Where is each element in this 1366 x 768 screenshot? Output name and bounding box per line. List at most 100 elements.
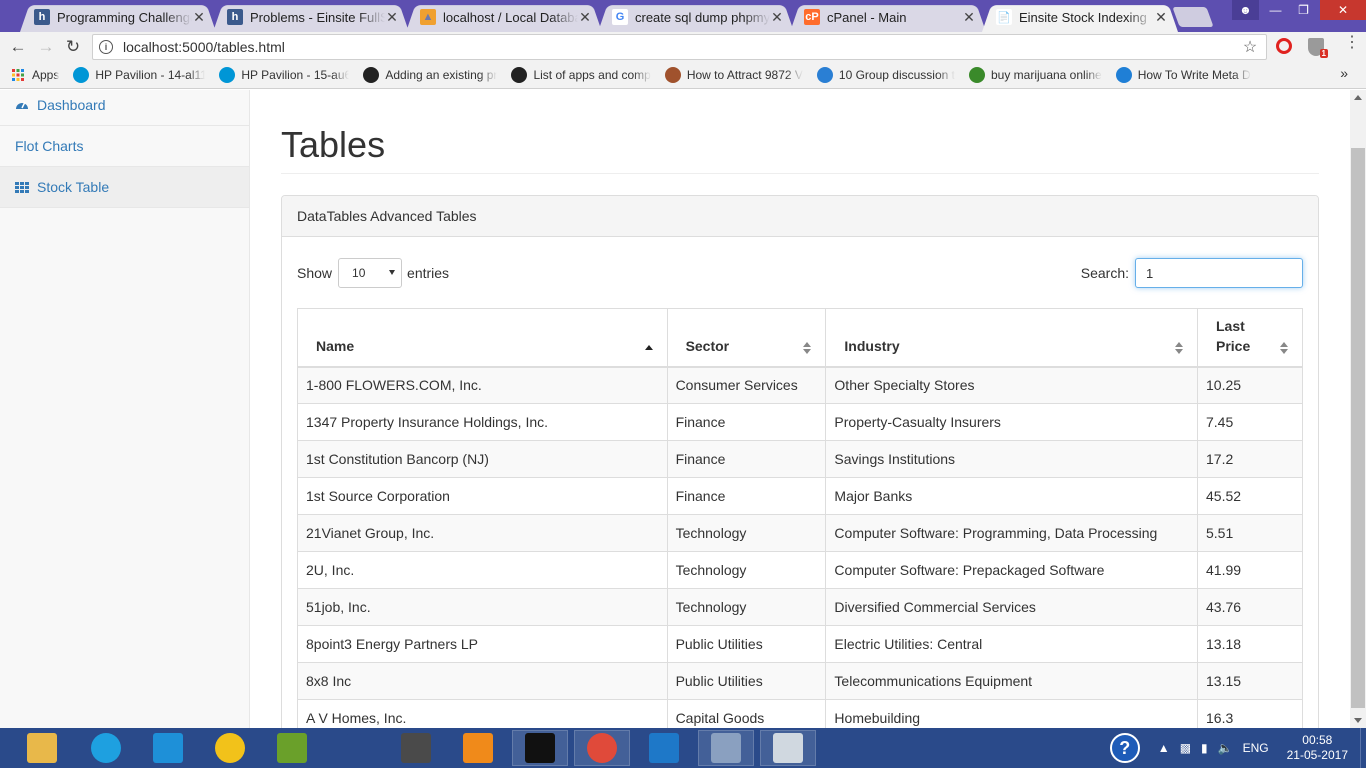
- window-close-icon[interactable]: ✕: [1320, 0, 1366, 20]
- taskbar-app-9[interactable]: [574, 730, 630, 766]
- bookmark-7[interactable]: buy marijuana online: [968, 67, 1102, 83]
- bookmark-2[interactable]: HP Pavilion - 15-au62: [219, 67, 349, 83]
- bookmark-3[interactable]: Adding an existing pr: [363, 67, 497, 83]
- column-header-name[interactable]: Name: [297, 308, 668, 368]
- bookmark-label: List of apps and comp: [533, 68, 651, 82]
- tab-2[interactable]: ▲ localhost / Local Database✕: [406, 2, 602, 32]
- column-header-industry[interactable]: Industry: [825, 308, 1198, 368]
- sidebar-item-dashboard[interactable]: Dashboard: [0, 90, 249, 126]
- taskbar-app-0[interactable]: [14, 730, 70, 766]
- cell-last-price: 7.45: [1197, 403, 1303, 441]
- page-title: Tables: [281, 124, 386, 165]
- cell-sector: Finance: [666, 477, 827, 515]
- sidebar-item-label: Flot Charts: [15, 138, 84, 154]
- tab-favicon-icon: ▲: [420, 9, 436, 25]
- bookmark-6[interactable]: 10 Group discussion t: [816, 67, 955, 83]
- url-text[interactable]: localhost:5000/tables.html: [123, 39, 1240, 55]
- taskbar-app-11[interactable]: [698, 730, 754, 766]
- help-icon[interactable]: ?: [1109, 733, 1140, 763]
- scrollbar-thumb[interactable]: [1351, 148, 1365, 708]
- minimize-icon[interactable]: —: [1262, 0, 1289, 20]
- taskbar-app-4[interactable]: [264, 730, 320, 766]
- taskbar-app-6[interactable]: [388, 730, 444, 766]
- network-device-icon[interactable]: ▩: [1180, 741, 1191, 755]
- tab-0[interactable]: h Programming Challenges ✕: [20, 2, 216, 32]
- bookmark-8[interactable]: How To Write Meta D: [1115, 67, 1251, 83]
- taskbar-app-8[interactable]: [512, 730, 568, 766]
- cell-sector: Technology: [666, 551, 827, 589]
- clock[interactable]: 00:58 21-05-2017: [1287, 733, 1348, 763]
- table-row: 8x8 Inc Public Utilities Telecommunication…: [297, 662, 1303, 700]
- search-input[interactable]: [1135, 258, 1303, 288]
- tab-title: Problems - Einsite FullStack: [250, 9, 385, 25]
- tab-close-icon[interactable]: ✕: [385, 9, 399, 26]
- cell-last-price: 45.52: [1197, 477, 1303, 515]
- media-disc-icon: [215, 733, 245, 763]
- tab-close-icon[interactable]: ✕: [192, 9, 206, 26]
- taskbar-app-7[interactable]: [450, 730, 506, 766]
- bookmark-label: HP Pavilion - 14-al11: [95, 68, 206, 82]
- column-header-last-price[interactable]: Last Price: [1197, 308, 1303, 368]
- taskbar-app-5[interactable]: [326, 730, 382, 766]
- bookmark-1[interactable]: HP Pavilion - 14-al11: [73, 67, 205, 83]
- file-explorer-icon: [27, 733, 57, 763]
- datatable-panel: DataTables Advanced Tables Show 10 entri…: [281, 195, 1319, 728]
- sidebar-item-flot-charts[interactable]: Flot Charts: [0, 126, 249, 167]
- cell-industry: Homebuilding: [825, 699, 1198, 728]
- scroll-down-icon[interactable]: [1354, 718, 1362, 723]
- taskbar-app-10[interactable]: [636, 730, 692, 766]
- cell-industry: Savings Institutions: [825, 440, 1198, 478]
- tab-1[interactable]: h Problems - Einsite FullStack✕: [213, 2, 409, 32]
- bookmark-4[interactable]: List of apps and comp: [511, 67, 651, 83]
- address-bar[interactable]: i localhost:5000/tables.html ☆: [92, 34, 1267, 60]
- table-row: 8point3 Energy Partners LP Public Utiliti…: [297, 625, 1303, 663]
- bookmark-5[interactable]: How to Attract 9872 V: [664, 67, 803, 83]
- tab-3[interactable]: Gcreate sql dump phpmyadmin✕: [598, 2, 794, 32]
- opera-extension-icon[interactable]: [1276, 38, 1292, 54]
- hp-logo-icon: [339, 733, 369, 763]
- vertical-scrollbar[interactable]: [1350, 90, 1366, 728]
- bookmark-star-icon[interactable]: ☆: [1240, 37, 1260, 57]
- taskbar-app-1[interactable]: [78, 730, 134, 766]
- sidebar: Dashboard Flot Charts Stock Table: [0, 90, 250, 728]
- bookmark-label: Adding an existing pr: [385, 68, 498, 82]
- entries-label: entries: [407, 265, 450, 281]
- more-bookmarks-icon[interactable]: »: [1340, 65, 1348, 81]
- scroll-up-icon[interactable]: [1354, 95, 1362, 100]
- restore-icon[interactable]: ❐: [1290, 0, 1317, 20]
- new-tab-button[interactable]: [1172, 7, 1214, 27]
- tab-close-icon[interactable]: ✕: [962, 9, 976, 26]
- sidebar-item-stock-table[interactable]: Stock Table: [0, 167, 249, 208]
- cell-name: 1347 Property Insurance Holdings, Inc.: [297, 403, 668, 441]
- back-arrow-icon[interactable]: ←: [8, 37, 28, 57]
- user-profile-icon[interactable]: ☻: [1232, 0, 1259, 20]
- tray-overflow-icon[interactable]: ▲: [1158, 741, 1170, 755]
- cell-sector: Public Utilities: [666, 662, 827, 700]
- tab-close-icon[interactable]: ✕: [770, 9, 784, 26]
- taskbar-app-12[interactable]: [760, 730, 816, 766]
- tab-4[interactable]: cP cPanel - Main ✕: [790, 2, 986, 32]
- taskbar-app-2[interactable]: [140, 730, 196, 766]
- entries-select[interactable]: 10: [338, 258, 403, 288]
- dashboard-icon: [15, 97, 29, 111]
- menu-dots-icon[interactable]: ⋮: [1344, 35, 1360, 54]
- shield-extension-icon[interactable]: 1: [1308, 38, 1328, 58]
- tab-close-icon[interactable]: ✕: [1154, 9, 1168, 26]
- signal-icon[interactable]: ▮: [1201, 741, 1208, 755]
- chevron-down-icon: [389, 270, 396, 275]
- tab-close-icon[interactable]: ✕: [578, 9, 592, 26]
- tab-5[interactable]: 📄 Einsite Stock Indexing ✕: [982, 2, 1178, 32]
- taskbar-app-3[interactable]: [202, 730, 258, 766]
- cell-industry: Major Banks: [825, 477, 1198, 515]
- tab-title: cPanel - Main: [827, 9, 907, 25]
- bookmark-label: How to Attract 9872 V: [686, 68, 803, 82]
- language-indicator[interactable]: ENG: [1243, 741, 1269, 755]
- leaf-icon: [968, 67, 985, 83]
- info-icon[interactable]: i: [99, 40, 113, 54]
- bookmark-0[interactable]: Apps: [10, 67, 59, 83]
- show-desktop-button[interactable]: [1360, 728, 1366, 768]
- forward-arrow-icon[interactable]: →: [36, 37, 56, 57]
- volume-icon[interactable]: 🔈: [1218, 741, 1233, 755]
- column-header-sector[interactable]: Sector: [666, 308, 827, 368]
- reload-icon[interactable]: ↻: [63, 37, 83, 57]
